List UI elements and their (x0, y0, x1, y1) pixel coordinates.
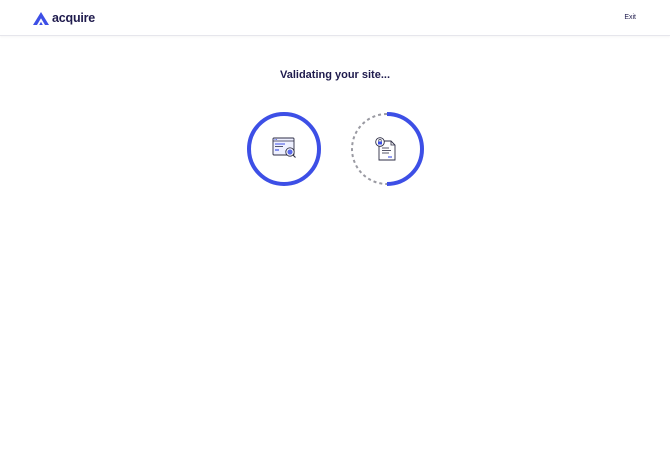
top-header: acquire Exit (0, 0, 670, 36)
exit-link[interactable]: Exit (624, 13, 636, 22)
acquire-logo[interactable]: acquire (33, 11, 95, 25)
page-title: Validating your site... (279, 69, 391, 81)
browser-search-icon (272, 137, 296, 158)
logo-wordmark: acquire (52, 11, 96, 25)
locked-document-icon (375, 137, 396, 161)
step-ownership-verification (349, 111, 425, 187)
step-site-scan (246, 111, 322, 187)
logo-mark-icon (33, 11, 49, 25)
